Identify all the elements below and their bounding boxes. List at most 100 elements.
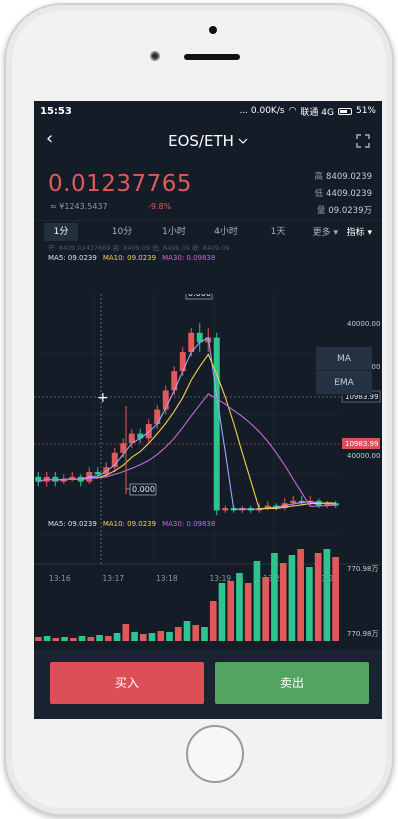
volume-bar [35,637,42,641]
volume-bar [96,635,103,641]
volume-bar [288,555,296,641]
ma5-line [38,336,336,511]
pair-title: EOS/ETH [168,132,234,150]
volume-bar [236,573,243,641]
volume-bar [87,637,95,641]
volume-bar [174,627,182,641]
volume-bar [323,549,331,641]
wifi-icon: ◠ [288,106,297,116]
carrier-label: 联通 4G [300,107,334,118]
min-price-marker: 0.000 [129,483,157,496]
volume-bar [122,624,130,641]
candle-body [94,472,101,475]
network-speed: ... 0.00K/s [239,106,285,116]
indicator-option-ma[interactable]: MA [316,347,372,371]
volume-bar [297,549,304,641]
sell-button[interactable]: 卖出 [215,662,369,704]
min-price-marker-text: 0.000 [132,485,155,494]
ohlc-readout: 开: 8409.02437669 高: 8409.09 低: 8409.09 收… [48,244,230,252]
ticker-stats: 高 8409.0239 低 4409.0239 量 09.0239万 [315,169,372,220]
trade-bar: 买入 卖出 [34,650,382,719]
home-button[interactable] [186,725,244,783]
battery-icon [337,107,352,115]
indicator-option-ema[interactable]: EMA [316,371,372,395]
nav-bar: ‹ EOS/ETH [34,121,382,161]
candle-body [171,371,178,391]
volume-bar [131,632,138,641]
status-bar: 15:53 ... 0.00K/s ◠ 联通 4G 51% [34,101,382,121]
volume-bar [262,577,270,641]
candle-body [162,390,169,410]
tab-10min[interactable]: 10分 [96,223,148,241]
change-percent: -9.8% [148,202,172,211]
tab-1day[interactable]: 1天 [252,223,304,241]
candle-body [145,424,152,439]
y-tick-label: 40000.00 [347,320,380,328]
volume-bar [139,634,147,641]
vol-tick-label: 770.98万 [347,565,379,573]
candle-body [52,476,59,482]
max-price-marker: 0.000 [185,294,213,300]
ticker-panel: 0.01237765 ≈ ¥1243.5437 -9.8% 高 8409.0239… [34,161,382,221]
buy-button[interactable]: 买入 [50,662,204,704]
volume-bar [183,621,191,641]
volume-bar [279,563,287,641]
cny-price: ≈ ¥1243.5437 [50,202,108,211]
ma30-line [38,393,336,507]
volume-bar [78,636,86,641]
price-tag-current: 10983.99 [342,438,380,449]
volume-bar [271,553,278,641]
back-arrow-icon[interactable]: ‹ [46,130,60,148]
candle-body [137,433,144,439]
candle-body [290,500,297,504]
volume-bar [70,638,77,641]
crosshair-plus-icon: + [97,390,109,406]
y-tick-label: 40000.00 [347,452,380,460]
ma10-legend: MA10: 09.0239 [102,254,157,262]
tab-more[interactable]: 更多 ▾ [313,225,338,238]
battery-percent: 51% [355,106,376,116]
vol-ma5-legend: MA5: 09.0239 [48,520,97,528]
volume-bar [43,636,51,641]
volume-bar [332,557,339,641]
volume-bar [218,583,226,641]
fullscreen-icon[interactable] [356,134,370,148]
volume-bar [166,632,173,641]
candle-body [213,337,220,511]
ma30-legend: MA30: 0.09838 [162,254,216,262]
volume-legend: MA5: 09.0239 MA10: 09.0239 MA30: 0.09838 [48,520,215,530]
ma5-legend: MA5: 09.0239 [48,254,97,262]
volume-bar [157,631,165,641]
volume-bar [314,553,322,641]
chevron-down-icon [238,138,248,144]
volume-bar [192,625,200,641]
tab-4hour[interactable]: 4小时 [200,223,252,241]
volume-bar [253,561,261,641]
volume-bar [52,638,60,641]
proximity-sensor [209,26,217,34]
tab-1hour[interactable]: 1小时 [148,223,200,241]
volume-bar [61,637,68,641]
front-camera [150,51,160,61]
low-row: 低 4409.0239 [314,189,372,199]
max-price-marker-text: 0.000 [188,294,211,298]
pair-selector[interactable]: EOS/ETH [168,132,248,150]
volume-bar [113,633,121,641]
earpiece-speaker [184,54,240,60]
volume-bar [227,581,235,641]
indicator-menu: MA EMA [316,347,372,395]
candle-body [154,409,161,424]
tab-indicator[interactable]: 指标 ▾ [347,225,372,238]
high-row: 高 8409.0239 [314,172,372,182]
tab-1min[interactable]: 1分 [44,223,78,241]
candle-body [179,352,186,372]
status-right: ... 0.00K/s ◠ 联通 4G 51% [239,105,376,118]
vol-ma10-legend: MA10: 09.0239 [102,520,157,528]
ma10-line [38,353,336,510]
volume-bar [148,633,156,641]
volume-chart[interactable]: 770.98万 770.98万 [34,531,382,643]
ma-legend: MA5: 09.0239 MA10: 09.0239 MA30: 0.09838 [34,253,382,263]
app-screen: 15:53 ... 0.00K/s ◠ 联通 4G 51% ‹ EOS/ETH … [34,101,382,719]
vol-ma30-legend: MA30: 0.09838 [162,520,216,528]
vol-tick-label: 770.98万 [347,630,379,638]
